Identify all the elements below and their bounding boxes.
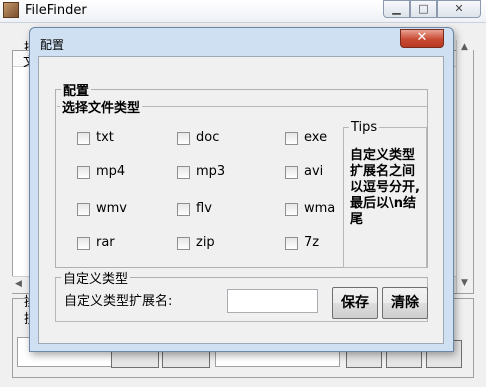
close-icon: ✕ bbox=[416, 30, 428, 45]
custom-ext-label: 自定义类型扩展名: bbox=[64, 294, 173, 309]
checkbox-label-flv: flv bbox=[196, 201, 212, 216]
main-titlebar: FileFinder ▁ □ ✕ bbox=[0, 0, 486, 23]
checkbox-zip[interactable] bbox=[177, 237, 190, 250]
checkbox-label-exe: exe bbox=[304, 130, 328, 145]
dialog-close-button[interactable]: ✕ bbox=[400, 29, 444, 48]
dialog-titlebar[interactable]: 配置 ✕ bbox=[30, 28, 453, 54]
app-icon bbox=[3, 2, 19, 18]
minimize-button[interactable]: ▁ bbox=[383, 0, 410, 18]
checkbox-doc[interactable] bbox=[177, 132, 190, 145]
checkbox-label-mp3: mp3 bbox=[196, 164, 226, 179]
custom-group-title: 自定义类型 bbox=[63, 272, 129, 287]
vertical-scrollbar[interactable]: ▲ ▼ bbox=[456, 40, 473, 293]
checkbox-flv[interactable] bbox=[177, 203, 190, 216]
scroll-left-icon[interactable]: ◀ bbox=[15, 279, 22, 289]
filetype-group-title: 选择文件类型 bbox=[62, 101, 141, 116]
checkbox-label-wma: wma bbox=[304, 201, 336, 216]
checkbox-label-avi: avi bbox=[304, 164, 324, 179]
checkbox-7z[interactable] bbox=[285, 237, 298, 250]
checkbox-rar[interactable] bbox=[77, 237, 90, 250]
checkbox-label-doc: doc bbox=[196, 130, 220, 145]
checkbox-label-7z: 7z bbox=[304, 235, 320, 250]
custom-ext-input[interactable] bbox=[227, 289, 318, 313]
clear-button[interactable]: 清除 bbox=[382, 287, 428, 319]
save-button[interactable]: 保存 bbox=[332, 287, 378, 319]
close-button[interactable]: ✕ bbox=[437, 0, 481, 18]
maximize-button[interactable]: □ bbox=[410, 0, 437, 18]
tips-text: 自定义类型扩展名之间以逗号分开,最后以\n结尾 bbox=[350, 148, 420, 227]
tips-group-title: Tips bbox=[351, 120, 378, 135]
checkbox-label-mp4: mp4 bbox=[96, 164, 126, 179]
checkbox-label-txt: txt bbox=[96, 130, 114, 145]
checkbox-mp3[interactable] bbox=[177, 166, 190, 179]
scroll-down-icon[interactable]: ▼ bbox=[461, 278, 468, 288]
checkbox-label-zip: zip bbox=[196, 235, 215, 250]
dialog-title: 配置 bbox=[40, 38, 65, 52]
checkbox-wmv[interactable] bbox=[77, 203, 90, 216]
scroll-up-icon[interactable]: ▲ bbox=[461, 42, 468, 52]
app-title: FileFinder bbox=[25, 3, 87, 18]
checkbox-label-rar: rar bbox=[96, 235, 115, 250]
checkbox-exe[interactable] bbox=[285, 132, 298, 145]
checkbox-avi[interactable] bbox=[285, 166, 298, 179]
checkbox-wma[interactable] bbox=[285, 203, 298, 216]
checkbox-txt[interactable] bbox=[77, 132, 90, 145]
checkbox-mp4[interactable] bbox=[77, 166, 90, 179]
checkbox-label-wmv: wmv bbox=[96, 201, 127, 216]
